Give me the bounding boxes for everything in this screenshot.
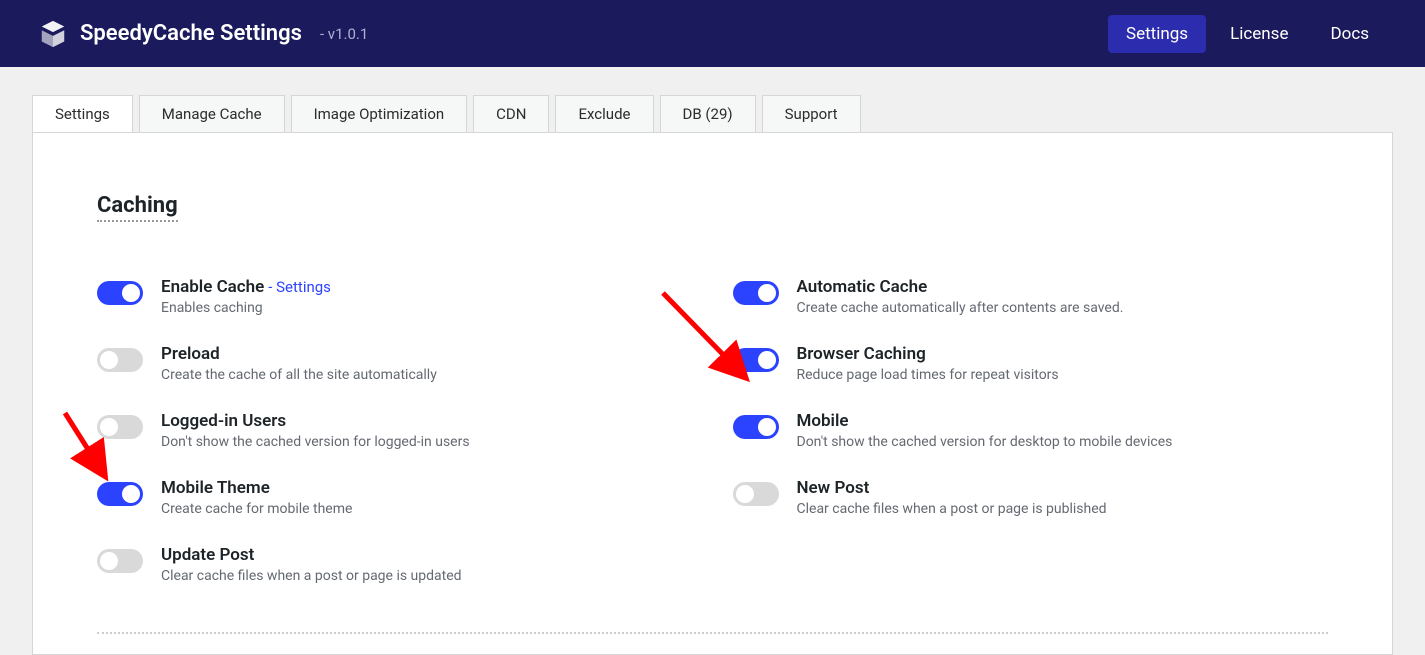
option-title: Mobile (797, 411, 1173, 431)
option-title: Enable Cache (161, 277, 264, 297)
option-desc: Don't show the cached version for logged… (161, 434, 470, 450)
option-title: Preload (161, 344, 437, 364)
option-desc: Clear cache files when a post or page is… (161, 568, 462, 584)
option-desc: Enables caching (161, 300, 331, 316)
toggle-new-post[interactable] (733, 482, 779, 506)
app-version: - v1.0.1 (320, 25, 368, 43)
option-title: Logged-in Users (161, 411, 470, 431)
topnav-license[interactable]: License (1212, 15, 1306, 53)
tab-cdn[interactable]: CDN (473, 95, 549, 133)
settings-panel: Caching Enable Cache - Settings Enables … (32, 132, 1393, 655)
option-title: Update Post (161, 545, 462, 565)
tab-exclude[interactable]: Exclude (555, 95, 653, 133)
toggle-enable-cache[interactable] (97, 281, 143, 305)
option-desc: Reduce page load times for repeat visito… (797, 367, 1059, 383)
option-title: New Post (797, 478, 1107, 498)
tab-settings[interactable]: Settings (32, 95, 133, 133)
toggle-update-post[interactable] (97, 549, 143, 573)
option-preload: Preload Create the cache of all the site… (97, 344, 693, 383)
speedycache-logo-icon (38, 19, 68, 49)
option-desc: Clear cache files when a post or page is… (797, 501, 1107, 517)
section-divider (97, 632, 1328, 634)
top-nav: Settings License Docs (1108, 15, 1387, 53)
tab-support[interactable]: Support (762, 95, 861, 133)
top-bar: SpeedyCache Settings - v1.0.1 Settings L… (0, 0, 1425, 67)
brand: SpeedyCache Settings - v1.0.1 (38, 19, 368, 49)
option-title: Mobile Theme (161, 478, 352, 498)
option-title: Browser Caching (797, 344, 1059, 364)
tabs-row: Settings Manage Cache Image Optimization… (0, 67, 1425, 133)
option-desc: Create the cache of all the site automat… (161, 367, 437, 383)
topnav-docs[interactable]: Docs (1312, 15, 1387, 53)
option-mobile: Mobile Don't show the cached version for… (733, 411, 1329, 450)
option-desc: Don't show the cached version for deskto… (797, 434, 1173, 450)
toggle-preload[interactable] (97, 348, 143, 372)
option-desc: Create cache automatically after content… (797, 300, 1124, 316)
option-automatic-cache: Automatic Cache Create cache automatical… (733, 277, 1329, 316)
app-title: SpeedyCache Settings (80, 21, 302, 46)
option-desc: Create cache for mobile theme (161, 501, 352, 517)
toggle-mobile-theme[interactable] (97, 482, 143, 506)
topnav-settings[interactable]: Settings (1108, 15, 1206, 53)
option-new-post: New Post Clear cache files when a post o… (733, 478, 1329, 517)
option-logged-in-users: Logged-in Users Don't show the cached ve… (97, 411, 693, 450)
options-col-left: Enable Cache - Settings Enables caching … (97, 277, 693, 612)
tab-image-optimization[interactable]: Image Optimization (291, 95, 468, 133)
option-link-settings[interactable]: - Settings (268, 278, 331, 296)
option-title: Automatic Cache (797, 277, 1124, 297)
tab-manage-cache[interactable]: Manage Cache (139, 95, 285, 133)
option-browser-caching: Browser Caching Reduce page load times f… (733, 344, 1329, 383)
toggle-automatic-cache[interactable] (733, 281, 779, 305)
tab-db[interactable]: DB (29) (660, 95, 756, 133)
option-enable-cache: Enable Cache - Settings Enables caching (97, 277, 693, 316)
section-title-caching: Caching (97, 193, 178, 222)
toggle-mobile[interactable] (733, 415, 779, 439)
toggle-browser-caching[interactable] (733, 348, 779, 372)
options-grid: Enable Cache - Settings Enables caching … (97, 277, 1328, 612)
options-col-right: Automatic Cache Create cache automatical… (733, 277, 1329, 612)
option-update-post: Update Post Clear cache files when a pos… (97, 545, 693, 584)
option-mobile-theme: Mobile Theme Create cache for mobile the… (97, 478, 693, 517)
toggle-logged-in-users[interactable] (97, 415, 143, 439)
